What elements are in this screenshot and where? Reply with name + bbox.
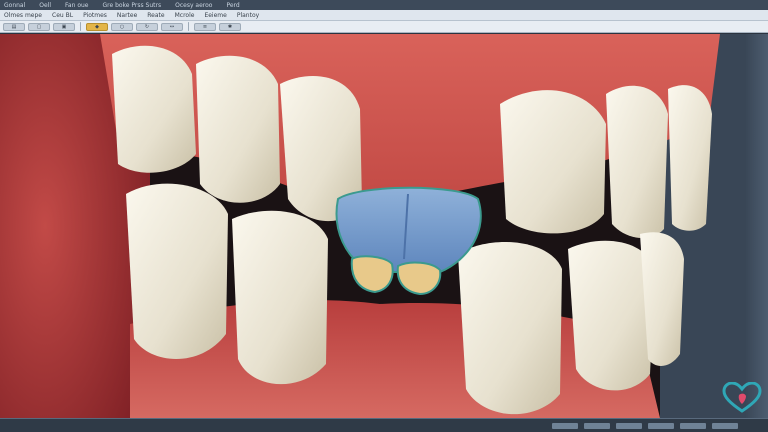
- tooth-icon[interactable]: ◆: [86, 22, 108, 31]
- title-segment: Gonnal: [4, 1, 26, 9]
- viewport-side-panel[interactable]: [746, 34, 768, 418]
- title-segment: Perd: [226, 1, 240, 9]
- menu-item[interactable]: Piotmes: [83, 12, 107, 19]
- app-window: Gonnal Oell Fan oue Gre boke Prss Sutrs …: [0, 0, 768, 432]
- status-slot[interactable]: [680, 422, 706, 429]
- title-segment: Gre boke Prss Sutrs: [102, 1, 162, 9]
- title-segment: Fan oue: [65, 1, 89, 9]
- toolbar-separator: [80, 22, 81, 31]
- rotate-icon[interactable]: ↻: [136, 22, 158, 31]
- status-slot[interactable]: [616, 422, 642, 429]
- menu-item[interactable]: Nartee: [117, 12, 137, 19]
- title-segment: Ocesy aeroo: [175, 1, 213, 9]
- status-slot[interactable]: [552, 422, 578, 429]
- save-icon[interactable]: ▣: [53, 22, 75, 31]
- menu-item[interactable]: Reate: [147, 12, 164, 19]
- title-bar: Gonnal Oell Fan oue Gre boke Prss Sutrs …: [0, 0, 768, 10]
- zoom-icon[interactable]: ○: [111, 22, 133, 31]
- toolbar: ▤ ▢ ▣ ◆ ○ ↻ ↔ ≡ ✱: [0, 21, 768, 33]
- dental-model-render: [0, 34, 746, 418]
- menu-bar: Olmes mepe Ceu BL Piotmes Nartee Reate M…: [0, 10, 768, 21]
- menu-item[interactable]: Ceu BL: [52, 12, 73, 19]
- heart-tooth-logo-icon: [722, 381, 762, 414]
- measure-icon[interactable]: ↔: [161, 22, 183, 31]
- settings-icon[interactable]: ✱: [219, 22, 241, 31]
- open-icon[interactable]: ▢: [28, 22, 50, 31]
- file-icon[interactable]: ▤: [3, 22, 25, 31]
- status-slot[interactable]: [584, 422, 610, 429]
- 3d-viewport[interactable]: [0, 34, 746, 418]
- status-bar: [0, 418, 768, 432]
- menu-item[interactable]: Olmes mepe: [4, 12, 42, 19]
- status-slot[interactable]: [648, 422, 674, 429]
- menu-item[interactable]: Mcrole: [175, 12, 195, 19]
- toolbar-separator: [188, 22, 189, 31]
- menu-item[interactable]: Plantoy: [237, 12, 259, 19]
- menu-item[interactable]: Eeieme: [204, 12, 226, 19]
- layers-icon[interactable]: ≡: [194, 22, 216, 31]
- status-slot[interactable]: [712, 422, 738, 429]
- title-segment: Oell: [39, 1, 52, 9]
